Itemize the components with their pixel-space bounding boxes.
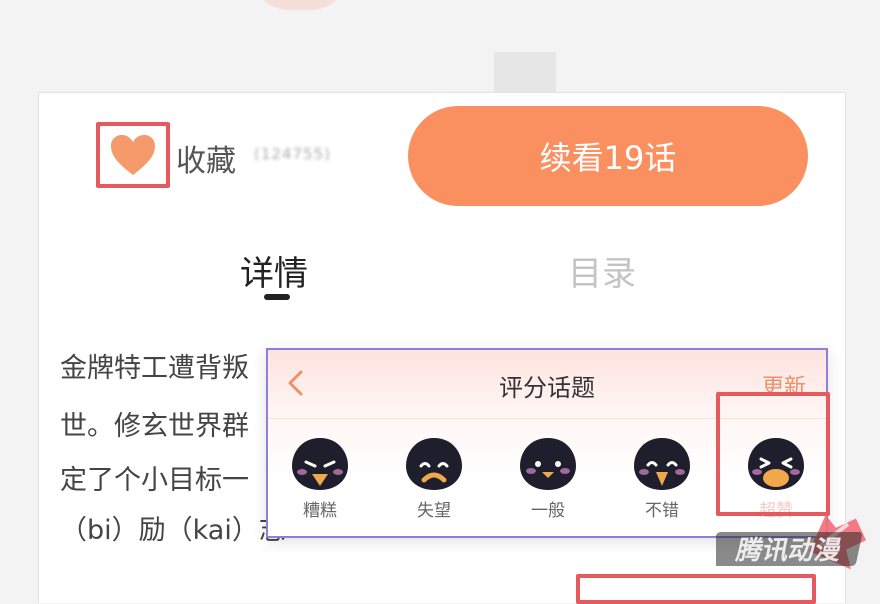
rating-option-good[interactable]: 不错 [612,436,712,532]
svg-text:腾讯动漫: 腾讯动漫 [734,536,845,566]
highlight-box-awesome [716,392,830,516]
placeholder-square [494,52,556,94]
watermark-logo: 腾讯动漫 [716,532,862,566]
highlight-box-bottom [576,574,816,604]
continue-reading-button[interactable]: 续看19话 [408,106,808,206]
active-tab-indicator [264,294,290,300]
description-line: 定了个小目标一 [60,465,249,496]
description-line: （bi）励（kai）志 [60,515,286,546]
rating-option-label: 一般 [531,501,565,521]
rating-option-label: 失望 [417,501,451,521]
rating-option-average[interactable]: 一般 [498,436,598,532]
description-line: 金牌特工遭背叛 [60,353,249,384]
rating-option-label: 糟糕 [303,501,337,521]
penguin-happy-icon [634,438,690,490]
rating-option-terrible[interactable]: 糟糕 [270,436,370,532]
rating-option-disappointed[interactable]: 失望 [384,436,484,532]
penguin-neutral-icon [520,438,576,490]
heart-icon [111,135,155,175]
tab-details[interactable]: 详情 [240,246,308,295]
rating-option-label: 不错 [645,501,679,521]
favorite-count: (124755) [254,145,331,163]
top-decoration [250,0,350,10]
favorite-button[interactable] [96,122,170,188]
tab-catalog[interactable]: 目录 [568,246,636,295]
penguin-sad-icon [406,438,462,490]
favorite-label: 收藏 [176,144,236,179]
penguin-angry-icon [292,438,348,490]
description-line: 世。修玄世界群 [60,411,249,442]
